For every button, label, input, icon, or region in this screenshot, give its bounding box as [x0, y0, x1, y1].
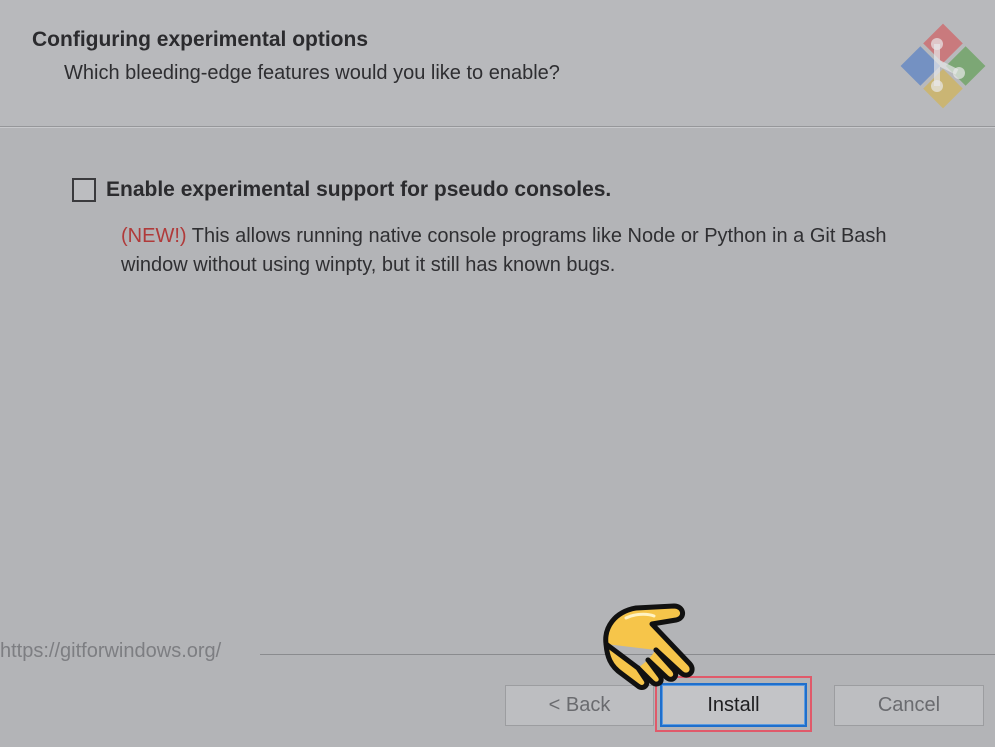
pointing-hand-icon	[603, 603, 695, 690]
pseudo-console-checkbox[interactable]	[72, 178, 96, 202]
new-tag: (NEW!)	[121, 225, 187, 247]
option-description: (NEW!) This allows running native consol…	[121, 222, 911, 280]
wizard-header: Configuring experimental options Which b…	[0, 0, 995, 127]
pseudo-console-option[interactable]: Enable experimental support for pseudo c…	[72, 175, 611, 205]
option-description-text: This allows running native console progr…	[121, 225, 887, 276]
page-subtitle: Which bleeding-edge features would you l…	[64, 62, 560, 84]
git-logo-icon	[900, 23, 986, 109]
pseudo-console-label[interactable]: Enable experimental support for pseudo c…	[106, 178, 611, 202]
page-title: Configuring experimental options	[32, 28, 369, 51]
footer-url: https://gitforwindows.org/	[0, 640, 222, 662]
header-divider-highlight	[0, 127, 995, 128]
cancel-button[interactable]: Cancel	[834, 685, 984, 726]
